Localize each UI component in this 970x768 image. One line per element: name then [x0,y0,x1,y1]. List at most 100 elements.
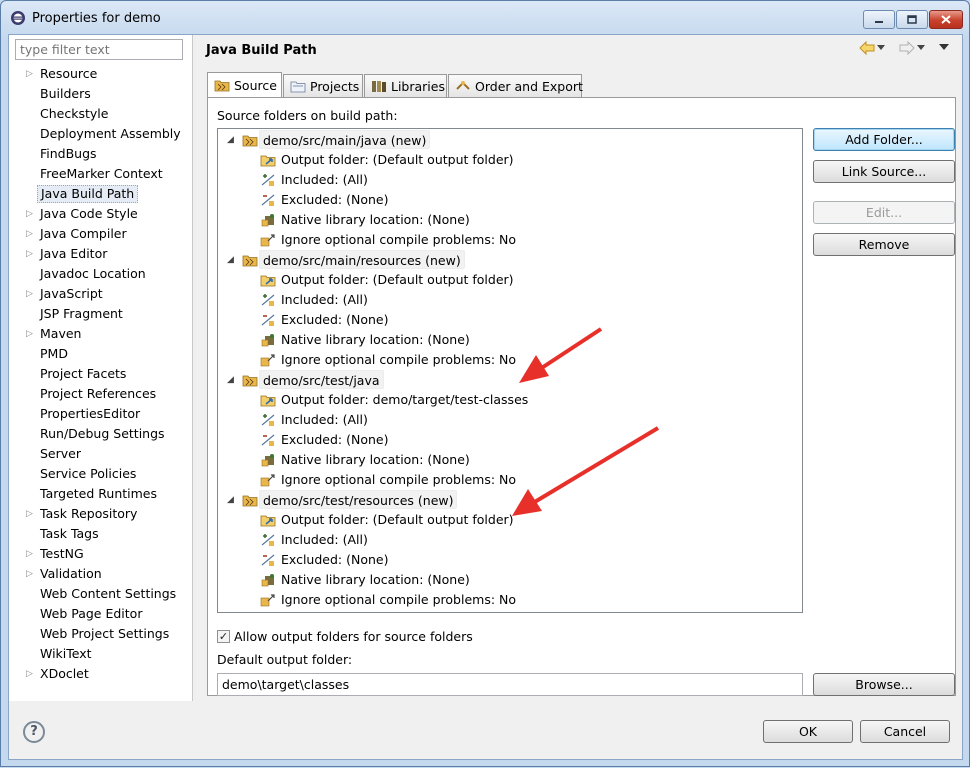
sidebar-item[interactable]: ▷ Task Repository [9,504,193,524]
sidebar-item[interactable]: Run/Debug Settings [9,424,193,444]
folder-attribute-row[interactable]: Excluded: (None) [218,550,802,570]
native-library-icon [260,573,276,587]
sidebar-item[interactable]: Java Build Path [9,184,193,204]
sidebar-item[interactable]: Deployment Assembly [9,124,193,144]
folder-attribute-row[interactable]: Ignore optional compile problems: No [218,470,802,490]
remove-button[interactable]: Remove [813,233,955,256]
folder-attribute-row[interactable]: Output folder: (Default output folder) [218,270,802,290]
sidebar-item[interactable]: ▷ Java Editor [9,244,193,264]
folder-attribute-row[interactable]: Excluded: (None) [218,430,802,450]
filter-input[interactable] [15,39,183,60]
sidebar-item[interactable]: ▷ Maven [9,324,193,344]
folder-attribute-row[interactable]: Native library location: (None) [218,210,802,230]
back-history-dropdown[interactable] [877,41,885,57]
sidebar-item[interactable]: Targeted Runtimes [9,484,193,504]
tab-order-and-export[interactable]: Order and Export [448,74,583,98]
source-folder-row[interactable]: ◢ demo/src/main/resources (new) [218,250,802,270]
sidebar-item[interactable]: ▷ Java Compiler [9,224,193,244]
folder-attribute-row[interactable]: Included: (All) [218,530,802,550]
view-menu-button[interactable] [939,41,949,57]
folder-attribute-row[interactable]: Included: (All) [218,410,802,430]
collapse-arrow-icon[interactable]: ◢ [227,490,237,510]
folder-attribute-row[interactable]: Ignore optional compile problems: No [218,230,802,250]
expand-arrow-icon[interactable]: ▷ [26,544,36,564]
forward-button[interactable] [899,40,915,57]
title-bar[interactable]: Properties for demo [1,1,969,35]
link-source-button[interactable]: Link Source... [813,160,955,183]
sidebar-item[interactable]: Project Facets [9,364,193,384]
sidebar-item[interactable]: Builders [9,84,193,104]
sidebar-item[interactable]: ▷ TestNG [9,544,193,564]
tab-source[interactable]: Source [207,72,282,97]
minimize-button[interactable] [863,10,895,29]
expand-arrow-icon[interactable]: ▷ [26,244,36,264]
expand-arrow-icon[interactable]: ▷ [26,564,36,584]
sidebar-item[interactable]: Checkstyle [9,104,193,124]
sidebar-item[interactable]: JSP Fragment [9,304,193,324]
edit-button[interactable]: Edit... [813,201,955,224]
tab-libraries[interactable]: Libraries [364,74,447,98]
folder-attribute-row[interactable]: Output folder: (Default output folder) [218,150,802,170]
collapse-arrow-icon[interactable]: ◢ [227,130,237,150]
folder-attribute-label: Ignore optional compile problems: No [281,232,517,247]
expand-arrow-icon[interactable]: ▷ [26,324,36,344]
collapse-arrow-icon[interactable]: ◢ [227,250,237,270]
source-folder-row[interactable]: ◢ demo/src/main/java (new) [218,130,802,150]
sidebar-item[interactable]: ▷ Validation [9,564,193,584]
folder-attribute-row[interactable]: Ignore optional compile problems: No [218,590,802,610]
folder-attribute-row[interactable]: Ignore optional compile problems: No [218,350,802,370]
cancel-button[interactable]: Cancel [860,720,950,743]
folder-attribute-label: Output folder: (Default output folder) [281,272,514,287]
source-folder-row[interactable]: ◢ demo/src/test/resources (new) [218,490,802,510]
sidebar-item-label: Deployment Assembly [40,126,181,141]
sidebar-item[interactable]: FreeMarker Context [9,164,193,184]
source-folder-row[interactable]: ◢ demo/src/test/java [218,370,802,390]
sidebar-item[interactable]: Service Policies [9,464,193,484]
sidebar-item[interactable]: Web Page Editor [9,604,193,624]
maximize-button[interactable] [896,10,928,29]
folder-attribute-row[interactable]: Included: (All) [218,290,802,310]
sidebar-item[interactable]: ▷ XDoclet [9,664,193,684]
sidebar-item[interactable]: Task Tags [9,524,193,544]
folder-attribute-row[interactable]: Output folder: (Default output folder) [218,510,802,530]
folder-attribute-label: Output folder: demo/target/test-classes [281,392,529,407]
sidebar-item[interactable]: ▷ Resource [9,64,193,84]
expand-arrow-icon[interactable]: ▷ [26,224,36,244]
expand-arrow-icon[interactable]: ▷ [26,504,36,524]
folder-attribute-row[interactable]: Native library location: (None) [218,450,802,470]
expand-arrow-icon[interactable]: ▷ [26,64,36,84]
ok-button[interactable]: OK [763,720,853,743]
source-folders-tree[interactable]: ◢ demo/src/main/java (new) Output folder: … [217,128,803,613]
expand-arrow-icon[interactable]: ▷ [26,284,36,304]
allow-output-checkbox[interactable]: ✓ [217,630,230,643]
sidebar-item[interactable]: Web Content Settings [9,584,193,604]
sidebar-item[interactable]: WikiText [9,644,193,664]
close-window-button[interactable] [929,10,963,29]
help-icon[interactable]: ? [23,721,45,743]
sidebar-item-label: Builders [40,86,91,101]
default-output-field[interactable]: demo\target\classes [217,673,803,696]
sidebar-item[interactable]: FindBugs [9,144,193,164]
forward-history-dropdown[interactable] [917,41,925,57]
collapse-arrow-icon[interactable]: ◢ [227,370,237,390]
browse-button[interactable]: Browse... [813,673,955,696]
sidebar-item[interactable]: Javadoc Location [9,264,193,284]
folder-attribute-row[interactable]: Output folder: demo/target/test-classes [218,390,802,410]
folder-attribute-row[interactable]: Excluded: (None) [218,190,802,210]
folder-attribute-row[interactable]: Excluded: (None) [218,310,802,330]
sidebar-item[interactable]: Web Project Settings [9,624,193,644]
sidebar-item[interactable]: PMD [9,344,193,364]
expand-arrow-icon[interactable]: ▷ [26,204,36,224]
tab-projects[interactable]: Projects [283,74,363,98]
expand-arrow-icon[interactable]: ▷ [26,664,36,684]
add-folder-button[interactable]: Add Folder... [813,128,955,151]
sidebar-item[interactable]: Project References [9,384,193,404]
sidebar-item[interactable]: ▷ JavaScript [9,284,193,304]
sidebar-item[interactable]: ▷ Java Code Style [9,204,193,224]
folder-attribute-row[interactable]: Native library location: (None) [218,570,802,590]
sidebar-item[interactable]: PropertiesEditor [9,404,193,424]
sidebar-item[interactable]: Server [9,444,193,464]
folder-attribute-row[interactable]: Included: (All) [218,170,802,190]
folder-attribute-row[interactable]: Native library location: (None) [218,330,802,350]
back-button[interactable] [859,40,875,57]
